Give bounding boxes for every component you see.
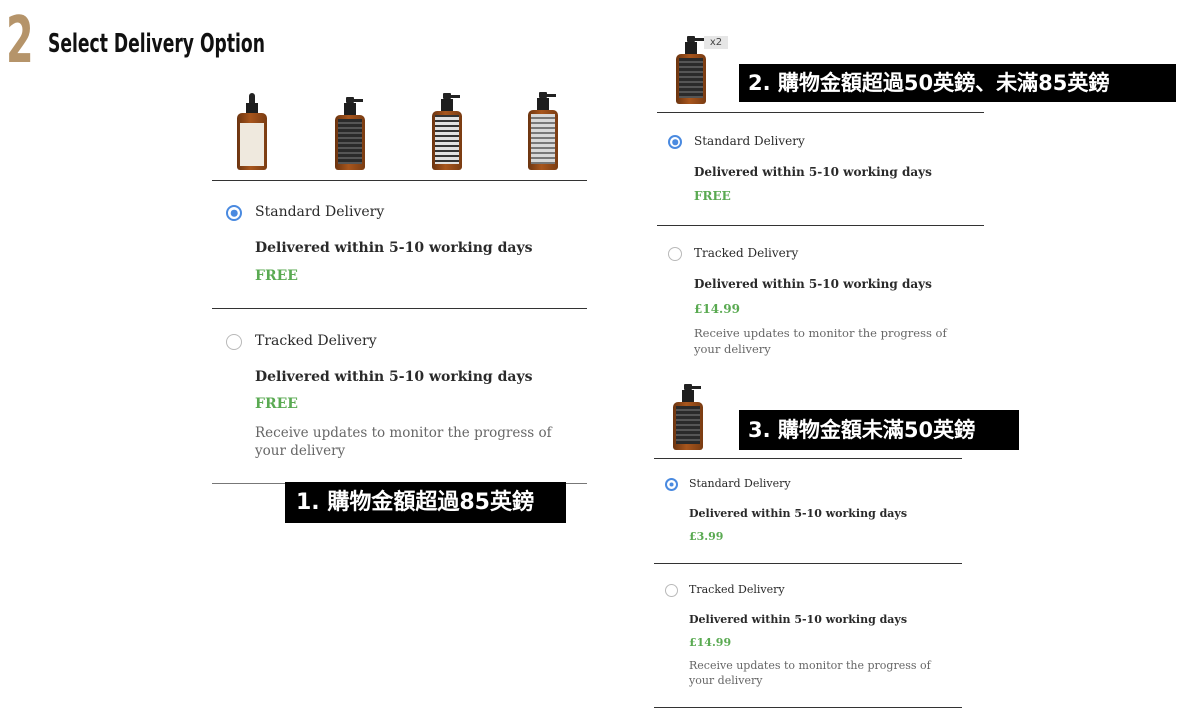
radio-selected-icon[interactable] [668,135,682,149]
product-bottle-image [528,92,558,170]
divider [212,180,587,181]
divider [212,308,587,309]
option-delivery-time: Delivered within 5-10 working days [689,507,908,520]
radio-unselected-icon[interactable] [665,584,678,597]
option-delivery-time: Delivered within 5-10 working days [255,369,533,385]
option-price: FREE [255,268,298,284]
price-tier-tag: 2. 購物金額超過50英鎊、未滿85英鎊 [739,64,1176,102]
option-name: Standard Delivery [255,204,385,220]
option-delivery-time: Delivered within 5-10 working days [694,277,932,291]
radio-unselected-icon[interactable] [668,247,682,261]
option-name: Tracked Delivery [694,246,799,260]
option-name: Standard Delivery [694,134,805,148]
price-tier-tag: 3. 購物金額未滿50英鎊 [739,410,1019,450]
option-price: FREE [694,189,731,203]
page-title: Select Delivery Option [48,29,265,59]
option-delivery-time: Delivered within 5-10 working days [255,240,533,256]
option-name: Standard Delivery [689,477,791,490]
option-delivery-time: Delivered within 5-10 working days [694,165,932,179]
divider [657,112,984,113]
divider [654,707,962,708]
divider [654,563,962,564]
radio-selected-icon[interactable] [665,478,678,491]
product-bottle-image [673,384,703,450]
option-description: Receive updates to monitor the progress … [689,659,931,687]
divider [654,458,962,459]
option-description: Receive updates to monitor the progress … [694,326,947,356]
option-price: £3.99 [689,530,724,543]
radio-unselected-icon[interactable] [226,334,242,350]
product-bottle-image [432,93,462,170]
price-tier-tag: 1. 購物金額超過85英鎊 [285,482,566,523]
option-price: £14.99 [689,636,732,649]
radio-selected-icon[interactable] [226,205,242,221]
product-bottle-image [676,36,706,104]
step-number: 2 [6,4,34,78]
divider [657,225,984,226]
product-bottle-image [237,93,267,170]
option-price: FREE [255,396,298,412]
quantity-badge: x2 [704,36,728,49]
option-name: Tracked Delivery [689,583,785,596]
option-description: Receive updates to monitor the progress … [255,425,552,459]
option-delivery-time: Delivered within 5-10 working days [689,613,908,626]
product-bottle-image [335,97,365,170]
option-price: £14.99 [694,302,740,316]
option-name: Tracked Delivery [255,333,377,349]
